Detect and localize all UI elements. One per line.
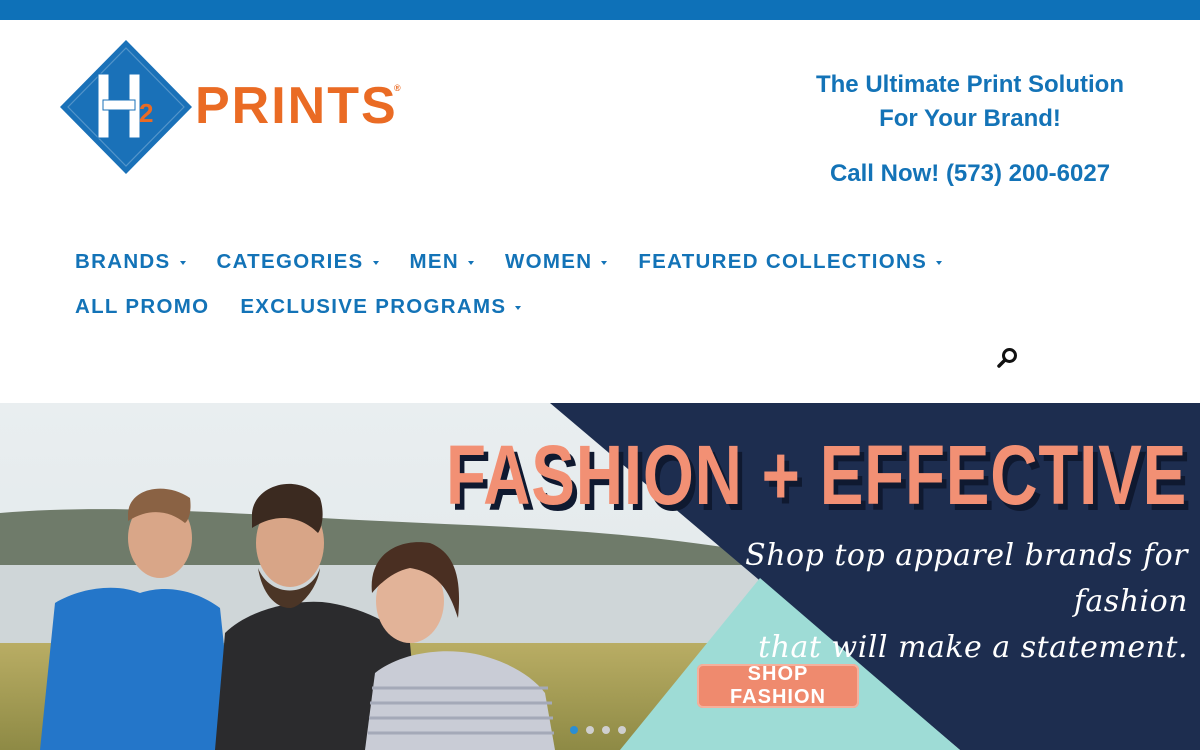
carousel-dot-2[interactable] (586, 726, 594, 734)
caret-down-icon (936, 261, 943, 265)
nav-item-men[interactable]: MEN (410, 250, 474, 274)
nav-item-brands[interactable]: BRANDS (75, 250, 186, 274)
nav-item-categories[interactable]: CATEGORIES (217, 250, 379, 274)
nav-item-women[interactable]: WOMEN (505, 250, 608, 274)
carousel-dot-3[interactable] (602, 726, 610, 734)
site-logo[interactable]: 2 PRINTS ® (58, 40, 408, 176)
logo-diamond-icon: 2 (60, 40, 192, 174)
nav-item-exclusive-programs[interactable]: EXCLUSIVE PROGRAMS (240, 295, 522, 319)
hero-title: FASHION + EFFECTIVE (446, 428, 1188, 522)
search-button[interactable] (996, 346, 1020, 370)
nav-item-label: EXCLUSIVE PROGRAMS (240, 295, 507, 318)
page: 2 PRINTS ® The Ultimate Print Solution F… (0, 0, 1200, 750)
phone-call-link[interactable]: Call Now! (573) 200-6027 (770, 157, 1170, 191)
nav-row-2: ALL PROMO EXCLUSIVE PROGRAMS (75, 289, 1075, 325)
caret-down-icon (515, 306, 522, 310)
caret-down-icon (179, 261, 186, 265)
tagline-line-2: For Your Brand! (879, 105, 1061, 132)
caret-down-icon (468, 261, 474, 265)
nav-item-all-promo[interactable]: ALL PROMO (75, 295, 209, 319)
svg-text:2: 2 (139, 98, 153, 128)
nav-row-1: BRANDS CATEGORIES MEN WOMEN FEATURED COL… (75, 244, 1075, 280)
nav-item-label: ALL PROMO (75, 295, 210, 318)
registered-mark: ® (394, 83, 401, 93)
hero-banner: FASHION + EFFECTIVE Shop top apparel bra… (0, 403, 1200, 750)
top-bar (0, 0, 1200, 20)
nav-item-label: MEN (409, 250, 459, 273)
caret-down-icon (601, 261, 608, 265)
logo-wordmark: PRINTS (195, 77, 398, 135)
nav-item-featured-collections[interactable]: FEATURED COLLECTIONS (638, 250, 943, 274)
nav-item-label: CATEGORIES (216, 250, 364, 273)
main-nav: BRANDS CATEGORIES MEN WOMEN FEATURED COL… (75, 244, 1075, 334)
carousel-dots (570, 726, 634, 734)
tagline-line-1: The Ultimate Print Solution (815, 71, 1124, 98)
carousel-dot-4[interactable] (618, 726, 626, 734)
hero-subtitle: Shop top apparel brands for fashion that… (668, 533, 1188, 671)
header-tagline: The Ultimate Print Solution For Your Bra… (770, 68, 1170, 136)
hero-subtitle-line-1: Shop top apparel brands for fashion (745, 538, 1188, 619)
shop-fashion-button[interactable]: SHOP FASHION (697, 663, 859, 708)
nav-item-label: WOMEN (505, 250, 593, 273)
search-icon (997, 348, 1017, 368)
nav-item-label: FEATURED COLLECTIONS (638, 250, 928, 273)
carousel-dot-1[interactable] (570, 726, 578, 734)
caret-down-icon (372, 261, 379, 265)
nav-item-label: BRANDS (75, 250, 171, 273)
